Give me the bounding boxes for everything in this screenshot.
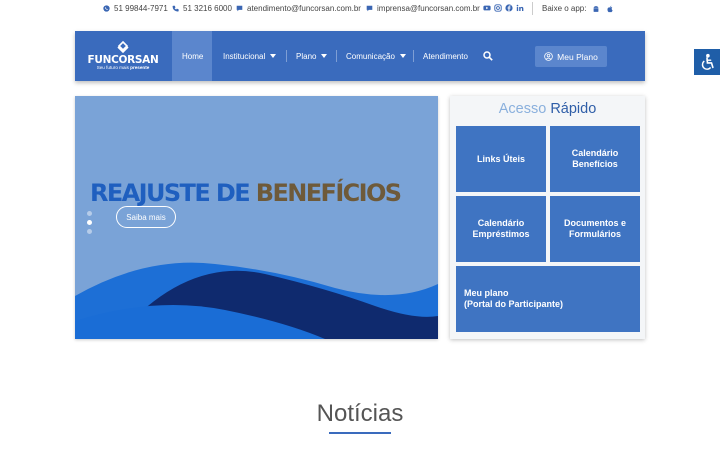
facebook-icon[interactable] [505,4,513,12]
tile-links-uteis[interactable]: Links Úteis [456,126,546,192]
whatsapp-contact[interactable]: 51 99844-7971 [103,4,168,13]
logo-tagline-b: presente [130,65,150,70]
nav-home[interactable]: Home [182,31,203,81]
instagram-icon[interactable] [494,4,502,12]
linkedin-icon[interactable] [516,4,524,12]
slider-dot-active[interactable] [87,220,92,225]
social-links [483,4,524,12]
email-atendimento: atendimento@funcorsan.com.br [247,4,361,13]
main-navbar: FUNCORSAN Seu futuro mais presente Home … [75,31,645,81]
tile-line1: Documentos e [563,218,626,228]
slider-headline: REAJUSTE DE BENEFÍCIOS [90,179,402,207]
tile-line1: Meu plano [464,288,509,298]
phone-icon [172,5,179,12]
tile-label: Calendário Empréstimos [472,218,529,240]
apple-icon[interactable] [606,5,614,13]
quick-access-title: Acesso Rápido [450,101,645,117]
chevron-down-icon [270,54,277,58]
tile-meu-plano-portal[interactable]: Meu plano (Portal do Participante) [456,266,640,332]
tile-line2: Benefícios [572,159,618,169]
funcorsan-logo[interactable]: FUNCORSAN Seu futuro mais presente [84,41,162,71]
nav-comunicacao[interactable]: Comunicação [346,31,406,81]
logo-tagline-a: Seu futuro mais [96,65,131,70]
meu-plano-button-label: Meu Plano [557,51,598,62]
accessibility-icon [701,53,714,70]
slider-dots [87,211,92,234]
chevron-down-icon [399,54,406,58]
chat-icon [236,5,243,12]
topbar-divider [532,2,533,15]
chevron-down-icon [321,54,328,58]
saiba-mais-button[interactable]: Saiba mais [116,206,176,228]
youtube-icon[interactable] [483,4,491,12]
news-section-title: Notícias [316,400,404,427]
nav-institucional[interactable]: Institucional [223,31,277,81]
headline-part2: BENEFÍCIOS [255,179,402,207]
nav-plano-label: Plano [296,51,317,61]
email-imprensa-link[interactable]: imprensa@funcorsan.com.br [366,4,480,13]
tile-calendario-emprestimos[interactable]: Calendário Empréstimos [456,196,546,262]
tile-documentos-formularios[interactable]: Documentos e Formulários [550,196,640,262]
chat-icon [366,5,373,12]
tile-label: Links Úteis [476,153,525,164]
meu-plano-button[interactable]: Meu Plano [535,46,607,67]
nav-divider [336,50,337,62]
tile-line1: Calendário [571,148,619,158]
quick-access-title-a: Acesso [498,101,551,117]
tile-line2: Formulários [568,229,621,239]
tile-calendario-beneficios[interactable]: Calendário Benefícios [550,126,640,192]
search-icon[interactable] [483,51,493,61]
phone-contact[interactable]: 51 3216 6000 [172,4,232,13]
tile-label: Calendário Benefícios [572,148,619,170]
phone-number: 51 3216 6000 [183,4,232,13]
whatsapp-icon [103,5,110,12]
user-circle-icon [544,52,553,61]
nav-plano[interactable]: Plano [296,31,328,81]
tile-label: Documentos e Formulários [564,218,626,240]
app-download: Baixe o app: [542,4,614,13]
headline-part1: REAJUSTE DE [90,179,256,207]
nav-divider [286,50,287,62]
android-icon[interactable] [592,5,600,13]
tile-line2: Empréstimos [472,229,530,239]
nav-institucional-label: Institucional [223,51,266,61]
nav-home-label: Home [182,51,204,61]
logo-name: FUNCORSAN [87,54,159,66]
news-title-underline [329,432,391,434]
slider-dot[interactable] [87,211,92,216]
tile-label: Meu plano (Portal do Participante) [464,288,563,310]
hero-slider[interactable]: REAJUSTE DE BENEFÍCIOS Saiba mais [75,96,438,339]
whatsapp-number: 51 99844-7971 [114,4,168,13]
tile-line1: Calendário [477,218,525,228]
top-contact-bar: 51 99844-7971 51 3216 6000 atendimento@f… [0,0,720,18]
quick-access-panel: Acesso Rápido Links Úteis Calendário Bene… [450,96,645,339]
slider-dot[interactable] [87,229,92,234]
app-download-label: Baixe o app: [542,4,587,13]
tile-line2: (Portal do Participante) [464,299,564,309]
nav-divider [413,50,414,62]
quick-access-title-b: Rápido [550,101,597,117]
nav-atendimento[interactable]: Atendimento [423,31,468,81]
email-atendimento-link[interactable]: atendimento@funcorsan.com.br [236,4,361,13]
accessibility-button[interactable] [694,49,720,75]
logo-mark-icon [117,41,129,54]
email-imprensa: imprensa@funcorsan.com.br [377,4,480,13]
nav-atendimento-label: Atendimento [423,51,468,61]
nav-comunicacao-label: Comunicação [346,51,395,61]
